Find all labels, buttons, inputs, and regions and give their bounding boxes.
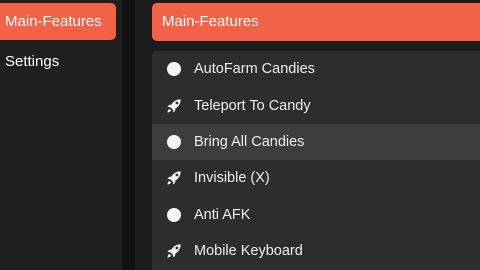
sidebar-item-settings[interactable]: Settings: [0, 43, 116, 80]
row-label: Mobile Keyboard: [194, 243, 303, 260]
toggle-circle-icon[interactable]: [166, 61, 182, 77]
toggle-anti-afk[interactable]: Anti AFK: [152, 197, 480, 233]
row-label: AutoFarm Candies: [194, 61, 315, 78]
toggle-circle-icon[interactable]: [166, 207, 182, 223]
rocket-icon: [166, 243, 182, 259]
row-label: Teleport To Candy: [194, 97, 311, 114]
row-label: Bring All Candies: [194, 133, 305, 150]
button-teleport-to-candy[interactable]: Teleport To Candy: [152, 87, 480, 123]
toggle-autofarm-candies[interactable]: AutoFarm Candies: [152, 51, 480, 87]
sidebar-item-main-features[interactable]: Main-Features: [0, 3, 116, 40]
section-header: Main-Features: [152, 3, 480, 41]
button-mobile-keyboard[interactable]: Mobile Keyboard: [152, 233, 480, 269]
main-content: Main-Features AutoFarm Candies Teleport …: [135, 0, 480, 270]
toggle-bring-all-candies[interactable]: Bring All Candies: [152, 123, 480, 161]
row-label: Invisible (X): [194, 170, 270, 187]
rocket-icon: [166, 170, 182, 186]
button-invisible[interactable]: Invisible (X): [152, 160, 480, 196]
sidebar: Main-Features Settings: [0, 0, 122, 270]
row-label: Anti AFK: [194, 206, 251, 223]
toggle-circle-icon[interactable]: [166, 134, 182, 150]
divider: [122, 0, 135, 270]
features-panel: AutoFarm Candies Teleport To Candy Bring…: [152, 51, 480, 270]
rocket-icon: [166, 98, 182, 114]
